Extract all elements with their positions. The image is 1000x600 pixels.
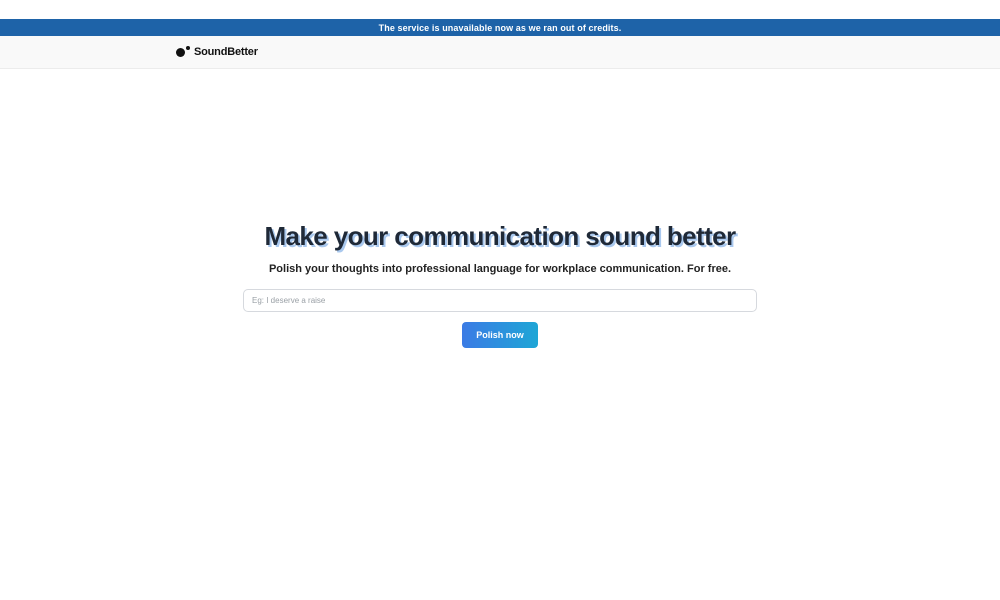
service-status-banner: The service is unavailable now as we ran… bbox=[0, 19, 1000, 36]
brand-home-link[interactable]: SoundBetter bbox=[176, 46, 258, 58]
two-dots-logo-icon bbox=[176, 46, 191, 58]
page-title: Make your communication sound better bbox=[264, 221, 736, 251]
thought-input[interactable] bbox=[243, 289, 757, 312]
top-navbar: SoundBetter bbox=[0, 36, 1000, 69]
hero-section: Make your communication sound better Pol… bbox=[0, 219, 1000, 348]
brand-name: SoundBetter bbox=[194, 46, 258, 58]
page-subtitle: Polish your thoughts into professional l… bbox=[268, 263, 732, 275]
banner-message: The service is unavailable now as we ran… bbox=[378, 22, 622, 33]
top-spacer bbox=[0, 0, 1000, 19]
polish-now-button[interactable]: Polish now bbox=[462, 322, 538, 348]
